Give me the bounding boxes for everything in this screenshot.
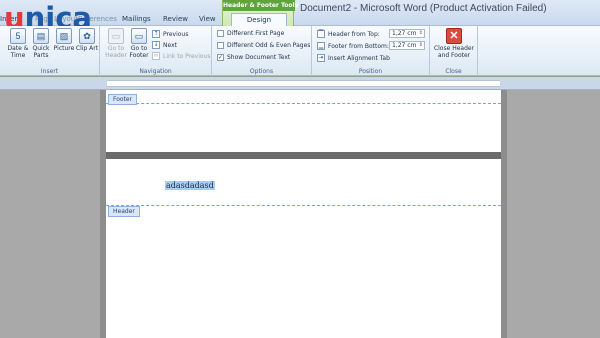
next-button[interactable]: ↓ Next	[152, 41, 177, 49]
tab-design[interactable]: Design	[231, 13, 287, 27]
go-to-footer-button[interactable]: ▭ Go to Footer	[127, 28, 151, 59]
different-first-page-label: Different First Page	[227, 30, 285, 37]
close-group-label: Close	[445, 68, 462, 75]
footer-boundary-line	[106, 103, 501, 104]
link-to-previous-label: Link to Previous	[163, 52, 211, 60]
options-group: Different First Page Different Odd & Eve…	[212, 26, 312, 76]
insert-group-label: Insert	[40, 68, 59, 75]
header-footer-tools-label: Header & Footer Tools	[223, 0, 299, 11]
next-label: Next	[163, 41, 177, 49]
show-document-text-option[interactable]: ✓ Show Document Text	[217, 54, 290, 61]
navigation-group: ▭ Go to Header ▭ Go to Footer ↑ Previous…	[100, 26, 212, 76]
footer-from-bottom-label: Footer from Bottom:	[328, 42, 389, 50]
header-from-top-label: Header from Top:	[328, 30, 380, 38]
options-group-label: Options	[249, 68, 274, 75]
date-time-button[interactable]: 5 Date & Time	[6, 28, 30, 59]
header-boundary-line	[106, 205, 501, 206]
different-first-page-checkbox[interactable]	[217, 30, 224, 37]
page-1-footer-area[interactable]	[106, 90, 501, 152]
tab-view[interactable]: View	[199, 15, 216, 23]
close-header-footer-label: Close Header and Footer	[433, 45, 475, 59]
footer-position-icon: ▁	[317, 42, 325, 50]
go-to-header-button[interactable]: ▭ Go to Header	[104, 28, 128, 59]
header-footer-tools-group: Header & Footer Tools Design	[222, 0, 299, 27]
header-tag: Header	[108, 206, 140, 217]
previous-label: Previous	[163, 30, 189, 38]
alignment-tab-icon: ⇥	[317, 54, 325, 62]
selected-document-text[interactable]: adasdadasd	[165, 181, 215, 190]
close-icon: ✕	[446, 28, 462, 44]
position-group: ▔ Header from Top: 1,27 cm ⇕ ▁ Footer fr…	[312, 26, 430, 76]
go-to-header-label: Go to Header	[105, 45, 127, 59]
link-to-previous-button[interactable]: ∞ Link to Previous	[152, 52, 210, 60]
spinner-arrows-icon[interactable]: ⇕	[419, 30, 423, 37]
horizontal-ruler[interactable]	[107, 80, 500, 87]
quick-parts-icon: ▤	[33, 28, 49, 44]
different-odd-even-checkbox[interactable]	[217, 42, 224, 49]
header-position-icon: ▔	[317, 30, 325, 38]
header-from-top-label-row: ▔ Header from Top:	[317, 30, 380, 38]
footer-tag: Footer	[108, 94, 138, 105]
date-time-label: Date & Time	[7, 45, 29, 59]
show-document-text-checkbox[interactable]: ✓	[217, 54, 224, 61]
link-icon: ∞	[152, 52, 160, 60]
ribbon: 5 Date & Time ▤ Quick Parts ▨ Picture ✿ …	[0, 26, 600, 76]
quick-parts-label: Quick Parts	[32, 45, 50, 59]
insert-alignment-tab-button[interactable]: ⇥ Insert Alignment Tab	[317, 54, 390, 62]
footer-from-bottom-value: 1,27 cm	[392, 42, 417, 49]
header-from-top-spinner[interactable]: 1,27 cm ⇕	[389, 29, 425, 38]
navigation-group-label: Navigation	[139, 68, 172, 75]
show-document-text-label: Show Document Text	[227, 54, 291, 61]
calendar-icon: 5	[10, 28, 26, 44]
header-from-top-value: 1,27 cm	[392, 30, 417, 37]
window-title: Document2 - Microsoft Word (Product Acti…	[300, 3, 547, 14]
picture-icon: ▨	[56, 28, 72, 44]
different-odd-even-label: Different Odd & Even Pages	[227, 42, 311, 49]
footer-from-bottom-label-row: ▁ Footer from Bottom:	[317, 42, 389, 50]
tab-mailings[interactable]: Mailings	[122, 15, 151, 23]
previous-button[interactable]: ↑ Previous	[152, 30, 188, 38]
go-to-header-icon: ▭	[108, 28, 124, 44]
clip-art-icon: ✿	[79, 28, 95, 44]
picture-button[interactable]: ▨ Picture	[52, 28, 76, 52]
insert-alignment-tab-label: Insert Alignment Tab	[328, 54, 390, 62]
clip-art-button[interactable]: ✿ Clip Art	[75, 28, 99, 52]
spinner-arrows-icon[interactable]: ⇕	[419, 42, 423, 49]
quick-parts-button[interactable]: ▤ Quick Parts	[29, 28, 53, 59]
page-right-shadow	[501, 90, 507, 338]
footer-from-bottom-spinner[interactable]: 1,27 cm ⇕	[389, 41, 425, 50]
tab-review[interactable]: Review	[163, 15, 188, 23]
previous-icon: ↑	[152, 30, 160, 38]
insert-group: 5 Date & Time ▤ Quick Parts ▨ Picture ✿ …	[0, 26, 100, 76]
close-header-footer-button[interactable]: ✕ Close Header and Footer	[432, 28, 476, 59]
different-first-page-option[interactable]: Different First Page	[217, 30, 284, 37]
clip-art-label: Clip Art	[75, 45, 99, 52]
different-odd-even-option[interactable]: Different Odd & Even Pages	[217, 42, 310, 49]
close-group: ✕ Close Header and Footer Close	[430, 26, 478, 76]
go-to-footer-icon: ▭	[131, 28, 147, 44]
next-icon: ↓	[152, 41, 160, 49]
page-break-gap	[106, 152, 501, 159]
position-group-label: Position	[358, 68, 383, 75]
picture-label: Picture	[53, 45, 75, 52]
go-to-footer-label: Go to Footer	[129, 45, 149, 59]
